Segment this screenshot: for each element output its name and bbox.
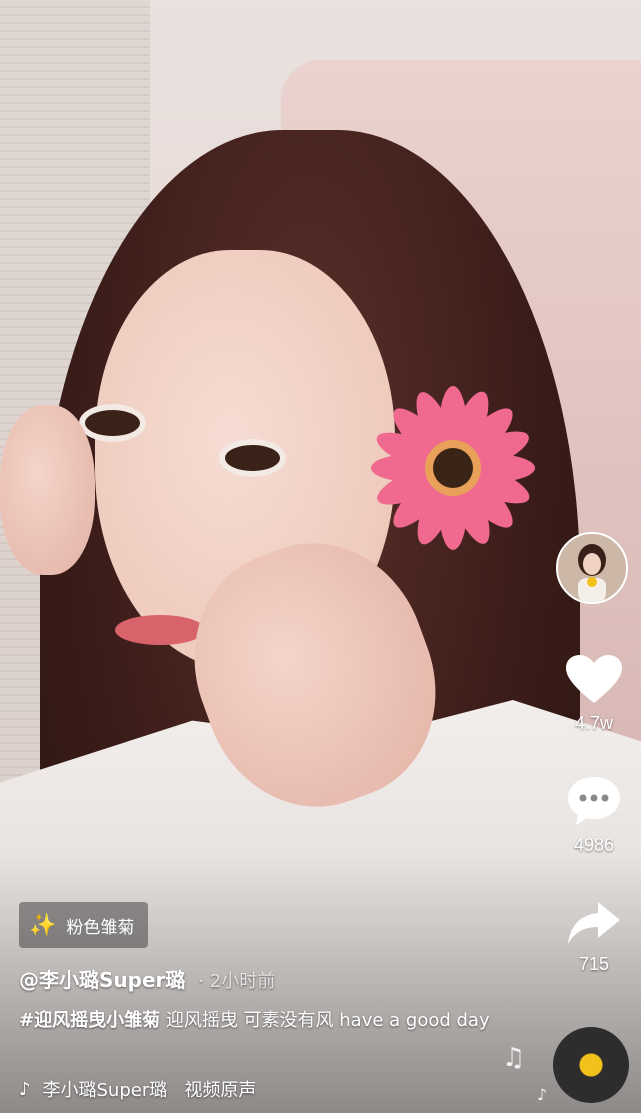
effect-sticker-chip[interactable]: ✨ 粉色雏菊: [19, 902, 149, 948]
comment-bubble-icon: [568, 777, 620, 825]
comment-count: 4986: [573, 835, 615, 855]
left-eye: [85, 410, 140, 436]
music-note-small-icon: ♪: [537, 1085, 548, 1104]
caption-text: 迎风摇曳 可素没有风 have a good day: [165, 1010, 490, 1031]
share-button[interactable]: 715: [560, 900, 628, 975]
left-hand: [0, 405, 95, 575]
lips: [115, 615, 205, 645]
share-count: 715: [578, 954, 610, 974]
comment-button[interactable]: 4986: [560, 775, 628, 856]
effect-label: 粉色雏菊: [66, 917, 135, 938]
caption: #迎风摇曳小雏菊 迎风摇曳 可素没有风 have a good day: [19, 1006, 519, 1036]
author-avatar[interactable]: [556, 532, 628, 604]
post-time: · 2小时前: [198, 971, 276, 992]
music-note-icon: ♪: [19, 1078, 31, 1100]
music-disc[interactable]: [553, 1027, 629, 1103]
sparkle-effect-icon: ✨: [29, 912, 57, 938]
share-arrow-icon: [568, 902, 620, 944]
music-title: 李小璐Super璐 视频原声: [42, 1080, 257, 1101]
pink-daisy-flower: [371, 386, 535, 550]
hashtag-link[interactable]: #迎风摇曳小雏菊: [19, 1010, 160, 1031]
like-count: 4.7w: [574, 713, 614, 733]
author-handle[interactable]: @李小璐Super璐: [19, 968, 185, 992]
music-note-icon: ♫: [502, 1043, 526, 1073]
music-line[interactable]: ♪ 李小璐Super璐 视频原声: [19, 1076, 256, 1102]
like-button[interactable]: 4.7w: [560, 655, 628, 734]
avatar-image: [558, 534, 626, 602]
right-eye: [225, 445, 280, 471]
author-line[interactable]: @李小璐Super璐 · 2小时前: [19, 964, 275, 993]
heart-icon: [566, 655, 622, 703]
